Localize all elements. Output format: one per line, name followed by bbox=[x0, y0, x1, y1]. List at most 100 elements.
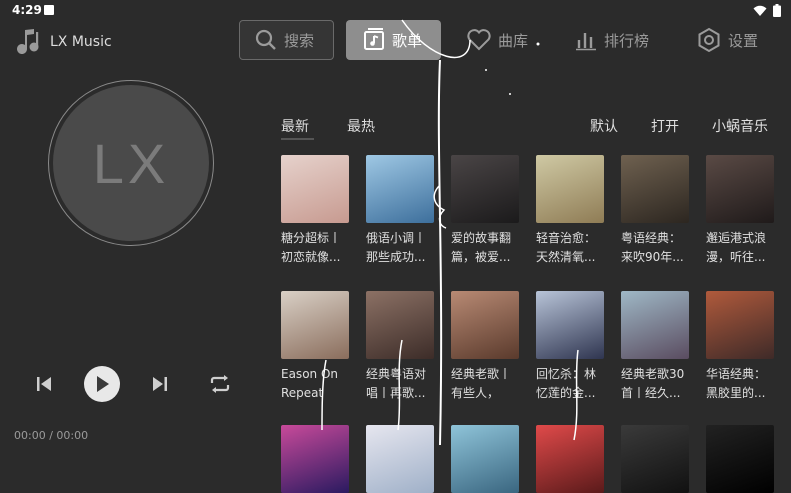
playlist-title-line2: 来吹90年... bbox=[621, 250, 684, 264]
playlist-title: 经典老歌丨 有些人， bbox=[451, 365, 523, 403]
playlist-cover bbox=[621, 425, 689, 493]
status-icons bbox=[753, 4, 781, 17]
playlist-card[interactable]: 俄语小调丨那些成功... bbox=[366, 155, 434, 267]
tab-latest[interactable]: 最新 bbox=[281, 116, 309, 136]
nav-ranking[interactable]: 排行榜 bbox=[574, 20, 649, 60]
playlist-card[interactable]: 经典老歌30 首丨经久... bbox=[621, 291, 689, 403]
nav-search[interactable]: 搜索 bbox=[239, 20, 334, 60]
app-header: LX Music bbox=[14, 28, 112, 56]
playlist-title-line1: 糖分超标丨 bbox=[281, 231, 342, 245]
wifi-icon bbox=[753, 5, 767, 16]
play-icon bbox=[97, 376, 109, 392]
playlist-title-line1: 爱的故事翻 bbox=[451, 231, 512, 245]
open-button[interactable]: 打开 bbox=[651, 116, 679, 136]
source-selector[interactable]: 小蜗音乐 bbox=[712, 116, 768, 136]
status-bar: 4:29 bbox=[0, 0, 791, 22]
playlist-cover bbox=[451, 291, 519, 359]
playlist-card[interactable] bbox=[621, 425, 689, 493]
playlist-title-line1: 邂逅港式浪 bbox=[706, 231, 767, 245]
skip-previous-icon bbox=[37, 377, 51, 391]
playlist-title-line1: 轻音治愈： bbox=[536, 231, 597, 245]
playlist-title-line2: 那些成功... bbox=[366, 250, 426, 264]
playlist-card[interactable] bbox=[366, 425, 434, 493]
playlist-title-line1: 经典老歌30 bbox=[621, 367, 685, 381]
nav-songlist[interactable]: 歌单 bbox=[346, 20, 441, 60]
playlist-title-line2: 首丨经久... bbox=[621, 386, 681, 400]
playlist-title: 俄语小调丨那些成功... bbox=[366, 229, 438, 267]
playlist-title-line2: 唱丨再歌... bbox=[366, 386, 426, 400]
playlist-card[interactable]: 经典粤语对唱丨再歌... bbox=[366, 291, 434, 403]
playlist-card[interactable]: 华语经典： 黑胶里的... bbox=[706, 291, 774, 403]
playlist-cover bbox=[536, 155, 604, 223]
tab-underline bbox=[281, 138, 314, 140]
player-controls bbox=[34, 366, 238, 402]
nav-library[interactable]: 曲库 bbox=[466, 20, 528, 60]
playlist-cover bbox=[281, 155, 349, 223]
playlist-card[interactable] bbox=[536, 425, 604, 493]
nav-settings-label: 设置 bbox=[728, 31, 759, 50]
playlist-card[interactable]: 糖分超标丨初恋就像... bbox=[281, 155, 349, 267]
nav-settings[interactable]: 设置 bbox=[696, 20, 758, 60]
playlist-card[interactable] bbox=[706, 425, 774, 493]
playlist-card[interactable] bbox=[281, 425, 349, 493]
nav-library-label: 曲库 bbox=[498, 31, 529, 50]
playlist-cover bbox=[451, 155, 519, 223]
playlist-card[interactable] bbox=[451, 425, 519, 493]
playlist-title-line2: 篇，被爱... bbox=[451, 250, 511, 264]
playlist-cover bbox=[281, 425, 349, 493]
playlist-title-line2: 漫，听往... bbox=[706, 250, 766, 264]
playlist-title-line1: 粤语经典： bbox=[621, 231, 682, 245]
playlist-card[interactable]: 回忆杀：林 忆莲的金... bbox=[536, 291, 604, 403]
playlist-cover bbox=[281, 291, 349, 359]
nav-search-label: 搜索 bbox=[284, 31, 315, 50]
playlist-title-line1: 俄语小调丨 bbox=[366, 231, 427, 245]
playlist-card[interactable]: 爱的故事翻篇，被爱... bbox=[451, 155, 519, 267]
playlist-title-line2: 忆莲的金... bbox=[536, 386, 596, 400]
heart-icon bbox=[467, 29, 491, 51]
playlist-card[interactable]: 轻音治愈： 天然清氧... bbox=[536, 155, 604, 267]
bar-chart-icon bbox=[576, 33, 596, 51]
music-note-icon bbox=[17, 29, 39, 54]
repeat-button[interactable] bbox=[208, 366, 232, 402]
playlist-title-line2: Repeat bbox=[281, 386, 324, 400]
playlist-title: 经典粤语对唱丨再歌... bbox=[366, 365, 438, 403]
playlist-cover bbox=[706, 425, 774, 493]
sort-default[interactable]: 默认 bbox=[590, 116, 618, 136]
playlist-cover bbox=[366, 155, 434, 223]
notification-icon bbox=[44, 5, 54, 15]
skip-next-icon bbox=[153, 377, 167, 391]
status-time: 4:29 bbox=[12, 3, 42, 17]
playlist-cover bbox=[366, 291, 434, 359]
repeat-icon bbox=[210, 375, 230, 393]
playlist-cover bbox=[706, 155, 774, 223]
playlist-title-line1: Eason On bbox=[281, 367, 338, 381]
playlist-title-line1: 经典粤语对 bbox=[366, 367, 427, 381]
playlist-title: 回忆杀：林 忆莲的金... bbox=[536, 365, 608, 403]
playlist-title: 粤语经典： 来吹90年... bbox=[621, 229, 693, 267]
playlist-card[interactable]: 粤语经典： 来吹90年... bbox=[621, 155, 689, 267]
playlist-cover bbox=[536, 291, 604, 359]
playlist-card[interactable]: Eason On Repeat bbox=[281, 291, 349, 403]
playlist-title: 华语经典： 黑胶里的... bbox=[706, 365, 778, 403]
playlist-title-line2: 天然清氧... bbox=[536, 250, 596, 264]
tab-hottest[interactable]: 最热 bbox=[347, 116, 375, 136]
playlist-card[interactable]: 经典老歌丨 有些人， bbox=[451, 291, 519, 403]
search-icon bbox=[255, 29, 276, 50]
playlist-title: 经典老歌30 首丨经久... bbox=[621, 365, 693, 403]
previous-button[interactable] bbox=[34, 366, 54, 402]
album-art-ring: LX bbox=[48, 80, 214, 246]
playlist-cover bbox=[706, 291, 774, 359]
album-art-placeholder: LX bbox=[53, 85, 209, 241]
playlist-title-line2: 初恋就像... bbox=[281, 250, 341, 264]
playlist-card[interactable]: 邂逅港式浪漫，听往... bbox=[706, 155, 774, 267]
playlist-cover bbox=[621, 155, 689, 223]
nav-songlist-label: 歌单 bbox=[392, 31, 423, 50]
playlist-title-line1: 华语经典： bbox=[706, 367, 767, 381]
playlist-cover bbox=[451, 425, 519, 493]
playback-time: 00:00 / 00:00 bbox=[14, 429, 89, 442]
next-button[interactable] bbox=[150, 366, 170, 402]
settings-icon bbox=[698, 27, 720, 53]
playlist-title: 糖分超标丨初恋就像... bbox=[281, 229, 353, 267]
battery-icon bbox=[773, 4, 781, 17]
play-button[interactable] bbox=[84, 366, 120, 402]
